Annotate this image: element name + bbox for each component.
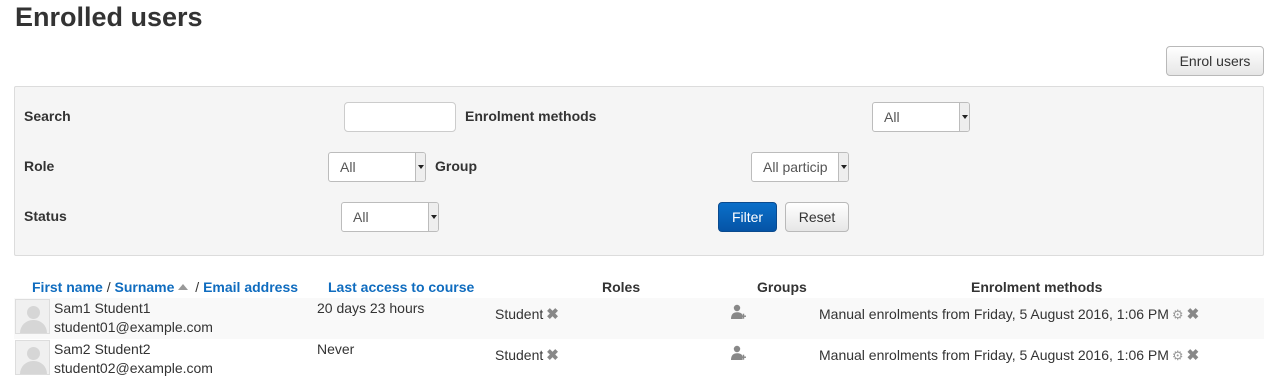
role-label: Student [495, 347, 544, 363]
last-access-sort-link[interactable]: Last access to course [328, 279, 474, 295]
filter-button[interactable]: Filter [718, 202, 777, 232]
role-cell: Student ✖ [495, 305, 559, 324]
chevron-down-icon [415, 153, 425, 181]
chevron-down-icon [838, 153, 848, 181]
header-separator: / [102, 279, 115, 295]
role-label: Student [495, 306, 544, 322]
search-input[interactable] [344, 102, 456, 132]
enrolment-methods-select[interactable]: All [872, 102, 970, 132]
first-name-sort-link[interactable]: First name [32, 279, 103, 295]
search-label: Search [24, 108, 71, 124]
add-user-group-icon[interactable] [730, 304, 746, 320]
reset-button[interactable]: Reset [785, 202, 849, 232]
last-access: Never [317, 341, 355, 357]
header-separator: / [191, 279, 204, 295]
chevron-down-icon [959, 103, 969, 131]
status-label: Status [24, 208, 67, 224]
surname-sort-link[interactable]: Surname [114, 279, 174, 295]
page-title: Enrolled users [15, 2, 203, 32]
enrolment-cell: Manual enrolments from Friday, 5 August … [819, 305, 1199, 324]
user-name-link[interactable]: Sam1 Student1 [54, 299, 151, 318]
role-select[interactable]: All [328, 152, 426, 182]
table-row: Sam2 Student2 student02@example.com Neve… [14, 339, 1264, 380]
status-select[interactable]: All [341, 202, 439, 232]
gear-icon[interactable]: ⚙ [1172, 307, 1184, 322]
name-column-header: First name / Surname / Email address [32, 279, 298, 295]
last-access: 20 days 23 hours [317, 300, 425, 316]
unenrol-close-icon[interactable]: ✖ [1187, 347, 1200, 364]
role-cell: Student ✖ [495, 346, 559, 365]
enrolment-cell: Manual enrolments from Friday, 5 August … [819, 346, 1199, 365]
group-value: All particip [763, 159, 828, 175]
enrol-users-button[interactable]: Enrol users [1166, 46, 1264, 76]
groups-column-header: Groups [757, 279, 807, 295]
add-user-group-icon[interactable] [730, 345, 746, 361]
role-value: All [340, 159, 356, 175]
role-label: Role [24, 158, 55, 174]
gear-icon[interactable]: ⚙ [1172, 348, 1184, 363]
enrolment-text: Manual enrolments from Friday, 5 August … [819, 306, 1169, 322]
group-label: Group [435, 158, 477, 174]
table-row: Sam1 Student1 student01@example.com 20 d… [14, 298, 1264, 339]
unassign-role-close-icon[interactable]: ✖ [546, 347, 559, 364]
email-sort-link[interactable]: Email address [203, 279, 298, 295]
user-name-link[interactable]: Sam2 Student2 [54, 340, 151, 359]
avatar[interactable] [15, 299, 50, 334]
unenrol-close-icon[interactable]: ✖ [1187, 306, 1200, 323]
status-value: All [353, 209, 369, 225]
group-select[interactable]: All particip [751, 152, 849, 182]
user-email: student02@example.com [54, 360, 213, 376]
user-email: student01@example.com [54, 319, 213, 335]
chevron-down-icon [428, 203, 438, 231]
enrolment-methods-value: All [884, 109, 900, 125]
avatar[interactable] [15, 340, 50, 375]
unassign-role-close-icon[interactable]: ✖ [546, 306, 559, 323]
filter-panel: Search Enrolment methods All Role All Gr… [14, 86, 1264, 256]
enrolment-methods-label: Enrolment methods [465, 108, 597, 124]
enrolment-text: Manual enrolments from Friday, 5 August … [819, 347, 1169, 363]
sort-asc-icon [178, 284, 189, 290]
roles-column-header: Roles [602, 279, 641, 295]
enrolment-methods-column-header: Enrolment methods [971, 279, 1103, 295]
